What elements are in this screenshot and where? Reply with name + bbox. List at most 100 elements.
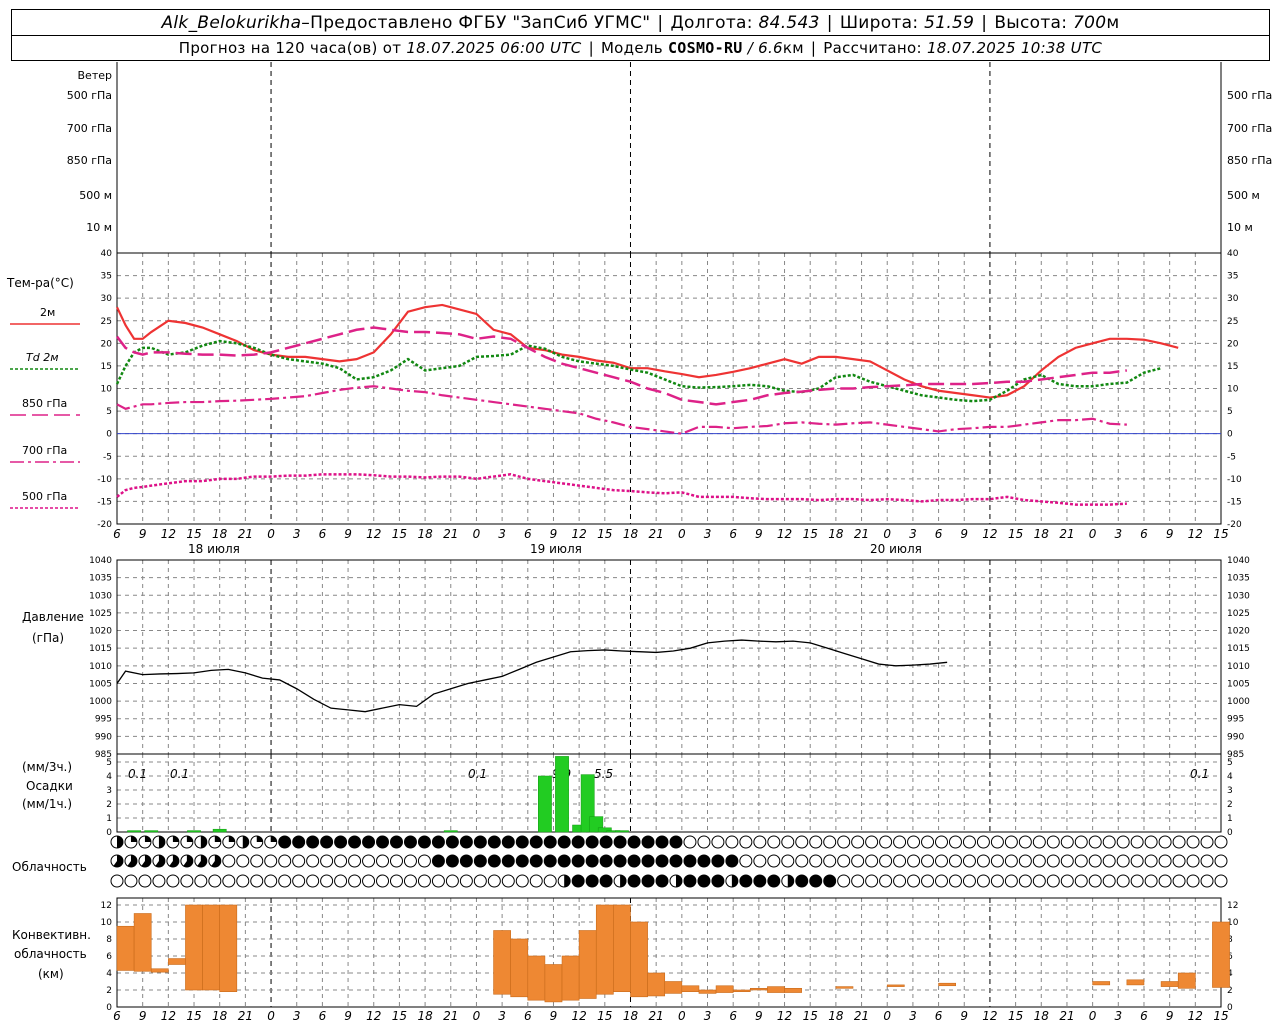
cloud-cover-icon (907, 874, 921, 888)
cloud-cover-icon (1186, 854, 1200, 868)
precip-ytick-right: 5 (1227, 758, 1233, 768)
temp-ytick: -15 (97, 497, 112, 507)
cloud-cover-icon (124, 874, 138, 888)
conv-xtick: 15 (186, 1009, 201, 1023)
cloud-cover-fill (130, 836, 137, 842)
conv-bar (561, 955, 580, 1001)
cloud-cover-icon (990, 835, 1004, 849)
cloud-cover-icon (879, 835, 893, 849)
meteogram: Ветер 500 гПа 700 гПа 850 гПа 500 м 10 м… (6, 62, 1272, 1023)
pressure-ylabel: Давление (22, 610, 84, 624)
cloud-cover-icon (641, 835, 655, 849)
cloud-cover-icon (362, 835, 376, 849)
temp-xtick: 6 (113, 527, 121, 541)
cloud-cover-icon (1018, 835, 1032, 849)
cloud-cover-icon (529, 874, 543, 888)
cloud-cover-icon (417, 835, 431, 849)
cloud-cover-icon (166, 874, 180, 888)
cloud-cover-icon (1214, 874, 1228, 888)
cloud-cover-icon (1186, 835, 1200, 849)
temp-xtick: 18 (212, 527, 228, 541)
conv-xtick: 3 (293, 1009, 301, 1023)
temp-ytick-right: 10 (1227, 385, 1239, 395)
temp-xtick: 12 (366, 527, 381, 541)
cloud-cover-icon (557, 835, 571, 849)
conv-xtick: 6 (935, 1009, 943, 1023)
cloud-cover-icon (1060, 854, 1074, 868)
cloud-cover-icon (935, 835, 949, 849)
cloud-cover-icon (501, 874, 515, 888)
cloud-cover-icon (278, 835, 292, 849)
temp-ytick-right: -20 (1227, 520, 1242, 530)
precip-annot-5: 5.5 (594, 767, 613, 781)
cloud-cover-icon (711, 874, 725, 888)
pressure-yunit: (гПа) (32, 631, 64, 645)
conv-xtick: 9 (960, 1009, 968, 1023)
temp-xtick: 15 (803, 527, 818, 541)
cloud-cover-icon (487, 874, 501, 888)
temp-ytick-right: 30 (1227, 294, 1239, 304)
cloud-cover-icon (334, 874, 348, 888)
cloud-cover-icon (627, 854, 641, 868)
precip-bar (127, 830, 141, 833)
conv-xtick: 21 (443, 1009, 458, 1023)
conv-xtick: 21 (1059, 1009, 1074, 1023)
cloud-cover-icon (655, 835, 669, 849)
conv-xtick: 21 (238, 1009, 253, 1023)
cloud-cover-icon (990, 874, 1004, 888)
conv-ytick: 10 (101, 918, 113, 928)
cloud-panel-labels: Облачность (12, 860, 87, 874)
cloud-cover-icon (711, 854, 725, 868)
cloud-cover-icon (627, 874, 641, 888)
legend-700: 700 гПа (22, 444, 67, 457)
precip-annot-6: 0.1 (1190, 767, 1209, 781)
cloud-cover-icon (683, 835, 697, 849)
cloud-cover-fill (564, 875, 571, 887)
cloud-cover-icon (948, 854, 962, 868)
precip-ytick: 1 (106, 814, 112, 824)
precip-annotations: 0.1 0.1 0.1 9.9 5.5 0.1 (128, 767, 1209, 781)
temp-xtick: 18 (417, 527, 433, 541)
temp-ytick-right: 20 (1227, 339, 1239, 349)
cloud-cover-icon (655, 854, 669, 868)
cloud-cover-icon (976, 835, 990, 849)
conv-xtick: 6 (113, 1009, 121, 1023)
cloud-cover-icon (571, 854, 585, 868)
temp-xtick: 12 (982, 527, 997, 541)
precip-ylabel-1h: (мм/1ч.) (22, 797, 72, 811)
day-label-20: 20 июля (870, 542, 922, 556)
cloud-cover-icon (585, 874, 599, 888)
cloud-cover-icon (571, 835, 585, 849)
cloud-cover-icon (795, 835, 809, 849)
cloud-cover-icon (697, 835, 711, 849)
temp-xtick: 9 (139, 527, 147, 541)
cloud-cover-icon (376, 835, 390, 849)
cloud-cover-icon (403, 835, 417, 849)
temp-ytick-right: 25 (1227, 317, 1238, 327)
wind-level-500m-right: 500 м (1227, 189, 1260, 202)
cloud-cover-icon (250, 854, 264, 868)
conv-xtick: 15 (1008, 1009, 1023, 1023)
conv-bar (510, 938, 529, 998)
cloud-cover-icon (264, 854, 278, 868)
conv-bar (647, 972, 666, 997)
cloud-cover-icon (431, 874, 445, 888)
precip-annot-1: 0.1 (128, 767, 147, 781)
cloud-cover-icon (1088, 854, 1102, 868)
conv-xtick: 9 (344, 1009, 352, 1023)
cloud-cover-icon (935, 874, 949, 888)
cloud-cover-icon (389, 835, 403, 849)
wind-title: Ветер (78, 69, 112, 82)
cloud-cover-icon (403, 854, 417, 868)
cloud-cover-icon (222, 874, 236, 888)
conv-bar (938, 982, 956, 987)
temp-xtick: 15 (392, 527, 407, 541)
temp-ytick-right: 35 (1227, 272, 1238, 282)
temp-ytick-right: -10 (1227, 475, 1242, 485)
cloud-cover-icon (697, 874, 711, 888)
cloud-cover-icon (1158, 874, 1172, 888)
day-label-19: 19 июля (530, 542, 582, 556)
cloud-cover-icon (264, 874, 278, 888)
cloud-cover-icon (990, 854, 1004, 868)
conv-xtick: 21 (854, 1009, 869, 1023)
